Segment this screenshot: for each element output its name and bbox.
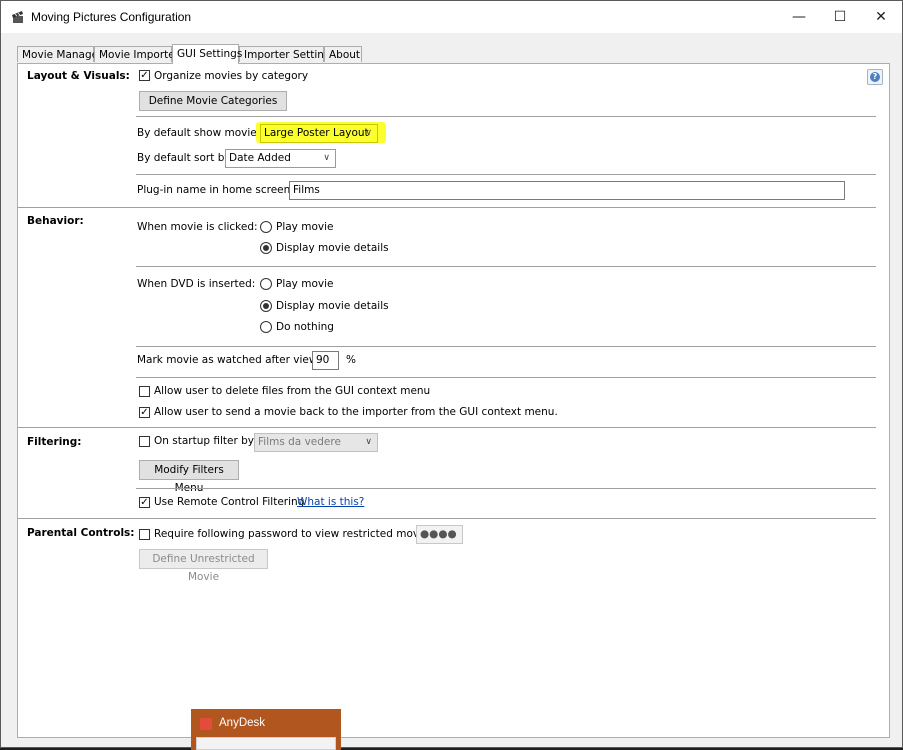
chevron-down-icon: ∨ [323,153,330,163]
allow-send-back-label: Allow user to send a movie back to the i… [154,406,558,418]
startup-filter-select[interactable]: Films da vedere ∨ [254,433,378,452]
movie-clicked-details-label: Display movie details [276,242,389,254]
plugin-name-label: Plug-in name in home screen: [137,184,294,196]
tab-gui-settings[interactable]: GUI Settings [172,44,242,64]
title-bar[interactable]: Moving Pictures Configuration — ☐ ✕ [1,1,902,33]
default-sort-label: By default sort by [137,152,231,164]
dvd-play-radio[interactable] [260,278,272,290]
require-password-label: Require following password to view restr… [154,528,438,540]
remote-filtering-checkbox[interactable]: ✓ [139,497,150,508]
watched-percent-input[interactable]: 90 [312,351,339,370]
tab-about[interactable]: About [324,46,362,62]
anydesk-logo-icon [200,718,212,730]
remote-filtering-label: Use Remote Control Filtering [154,496,305,508]
define-categories-button[interactable]: Define Movie Categories [139,91,287,111]
watched-label: Mark movie as watched after viewing [137,354,334,366]
tab-movie-importer[interactable]: Movie Importer [94,46,179,62]
organize-by-category-label: Organize movies by category [154,70,309,82]
maximize-button[interactable]: ☐ [818,1,862,33]
modify-filters-button[interactable]: Modify Filters Menu [139,460,239,494]
separator [136,377,876,378]
separator [136,488,876,489]
filtering-section-label: Filtering: [27,436,82,448]
password-input[interactable]: ●●●● [416,525,463,544]
section-separator [18,518,876,519]
startup-filter-label: On startup filter by: [154,435,257,447]
chevron-down-icon: ∨ [365,128,372,138]
tab-movie-manager[interactable]: Movie Manager [17,46,102,62]
dvd-nothing-radio[interactable] [260,321,272,333]
parental-section-label: Parental Controls: [27,527,135,539]
section-separator [18,207,876,208]
window-title: Moving Pictures Configuration [31,10,192,24]
dvd-nothing-label: Do nothing [276,321,334,333]
gui-settings-panel: Layout & Visuals: ✓ Organize movies by c… [17,63,890,738]
separator [136,174,876,175]
allow-delete-checkbox[interactable] [139,386,150,397]
startup-filter-checkbox[interactable] [139,436,150,447]
config-window: Moving Pictures Configuration — ☐ ✕ Movi… [0,0,903,748]
dvd-play-label: Play movie [276,278,334,290]
default-show-label: By default show movies in [137,127,276,139]
define-unrestricted-button[interactable]: Define Unrestricted Movie [139,549,268,583]
require-password-checkbox[interactable] [139,529,150,540]
behavior-section-label: Behavior: [27,215,84,227]
anydesk-title: AnyDesk [219,717,266,729]
anydesk-thumbnail [196,737,336,750]
default-view-select[interactable]: Large Poster Layout ∨ [260,124,378,143]
organize-by-category-checkbox[interactable]: ✓ [139,70,150,81]
dvd-details-label: Display movie details [276,300,389,312]
movie-clicked-play-radio[interactable] [260,221,272,233]
dvd-inserted-label: When DVD is inserted: [137,278,256,290]
watched-unit: % [346,354,356,366]
section-separator [18,427,876,428]
separator [136,116,876,117]
default-view-select-value: Large Poster Layout [264,127,369,139]
clapperboard-icon [12,11,23,23]
close-button[interactable]: ✕ [859,1,903,33]
allow-send-back-checkbox[interactable]: ✓ [139,407,150,418]
dvd-details-radio[interactable] [260,300,272,312]
default-sort-select-value: Date Added [229,152,291,164]
chevron-down-icon: ∨ [365,437,372,447]
layout-section-label: Layout & Visuals: [27,70,130,82]
movie-clicked-details-radio[interactable] [260,242,272,254]
tab-importer-settings[interactable]: Importer Settings [239,46,336,62]
movie-clicked-label: When movie is clicked: [137,221,258,233]
separator [136,266,876,267]
startup-filter-select-value: Films da vedere [258,436,341,448]
plugin-name-input[interactable]: Films [289,181,845,200]
minimize-button[interactable]: — [777,1,821,33]
help-icon[interactable]: ? [867,69,883,85]
what-is-this-link[interactable]: What is this? [297,496,364,508]
anydesk-taskbar-preview[interactable]: AnyDesk [191,709,341,750]
movie-clicked-play-label: Play movie [276,221,334,233]
default-sort-select[interactable]: Date Added ∨ [225,149,336,168]
allow-delete-label: Allow user to delete files from the GUI … [154,385,431,397]
separator [136,346,876,347]
